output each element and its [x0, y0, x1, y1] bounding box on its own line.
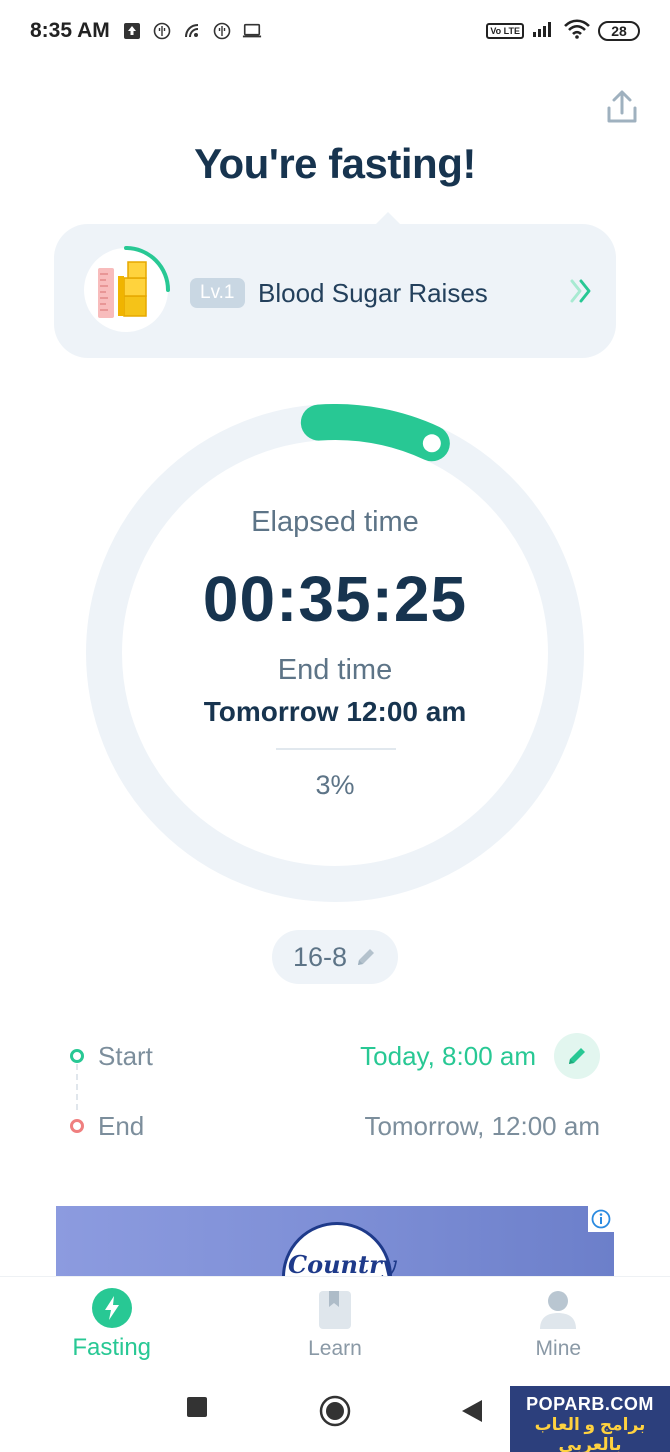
end-value: Tomorrow, 12:00 am — [364, 1110, 600, 1141]
double-chevron-right-icon — [570, 279, 591, 303]
back-button[interactable] — [460, 1398, 484, 1424]
edit-start-button[interactable] — [554, 1033, 600, 1079]
fasting-stage-card[interactable]: Lv.1 Blood Sugar Raises — [54, 212, 616, 358]
status-time: 8:35 AM — [30, 19, 110, 42]
nav-label-fasting: Fasting — [72, 1333, 152, 1361]
end-label: End — [98, 1110, 145, 1141]
tinder-icon — [212, 21, 232, 41]
tinder-icon — [152, 21, 172, 41]
share-button[interactable] — [602, 88, 642, 128]
elapsed-time: 00:35:25 — [202, 563, 468, 635]
share-icon — [607, 90, 637, 123]
recents-button[interactable] — [186, 1396, 208, 1418]
ring-divider — [276, 748, 396, 750]
pencil-icon — [358, 949, 375, 965]
start-value[interactable]: Today, 8:00 am — [360, 1041, 536, 1072]
ad-banner[interactable]: Country — [56, 1206, 614, 1276]
start-row: Start Today, 8:00 am — [70, 1033, 600, 1079]
fasting-progress-ring: Elapsed time 00:35:25 End time Tomorrow … — [86, 404, 584, 902]
home-button[interactable] — [319, 1395, 351, 1427]
person-icon — [540, 1290, 577, 1329]
status-bar: 8:35 AM Vo LTE 28 — [0, 0, 670, 62]
end-time-label: End time — [277, 654, 393, 686]
end-dot — [70, 1119, 84, 1133]
pencil-icon — [569, 1048, 585, 1064]
watermark: POPARB.COM برامج و العاب بالعربي — [510, 1386, 670, 1452]
progress-percent: 3% — [315, 770, 355, 800]
volte-badge: Vo LTE — [486, 23, 524, 39]
stage-name: Blood Sugar Raises — [258, 278, 488, 308]
book-icon — [318, 1290, 351, 1329]
blood-sugar-icon — [84, 246, 170, 332]
level-badge: Lv.1 — [190, 278, 245, 308]
upload-icon — [122, 21, 142, 41]
elapsed-label: Elapsed time — [251, 506, 419, 538]
end-time-value: Tomorrow 12:00 am — [203, 696, 467, 727]
signal-icon — [182, 21, 202, 41]
cellular-signal-icon — [532, 20, 556, 43]
info-icon — [591, 1209, 611, 1229]
start-dot — [70, 1049, 84, 1063]
nav-mine[interactable]: Mine — [447, 1277, 670, 1372]
laptop-icon — [242, 21, 262, 41]
lightning-icon — [91, 1287, 132, 1328]
nav-label-learn: Learn — [308, 1336, 362, 1360]
nav-learn[interactable]: Learn — [223, 1277, 446, 1372]
plan-label: 16-8 — [292, 941, 348, 972]
nav-label-mine: Mine — [535, 1336, 582, 1360]
plan-selector[interactable]: 16-8 — [272, 930, 398, 984]
nav-fasting[interactable]: Fasting — [0, 1277, 223, 1372]
ad-logo-text: Country — [288, 1250, 396, 1276]
ad-info-button[interactable] — [588, 1206, 614, 1232]
watermark-bottom: برامج و العاب بالعربي — [534, 1415, 646, 1452]
stage-avatar — [78, 242, 174, 338]
end-row: End Tomorrow, 12:00 am — [70, 1106, 600, 1146]
status-right-icons: Vo LTE 28 — [486, 18, 640, 44]
watermark-top: POPARB.COM — [526, 1394, 654, 1414]
status-notification-icons — [122, 21, 262, 41]
start-label: Start — [98, 1040, 153, 1071]
page-title: You're fasting! — [194, 140, 476, 187]
wifi-icon — [564, 18, 590, 44]
battery-icon: 28 — [598, 21, 640, 41]
bottom-nav: Fasting Learn Mine — [0, 1276, 670, 1372]
